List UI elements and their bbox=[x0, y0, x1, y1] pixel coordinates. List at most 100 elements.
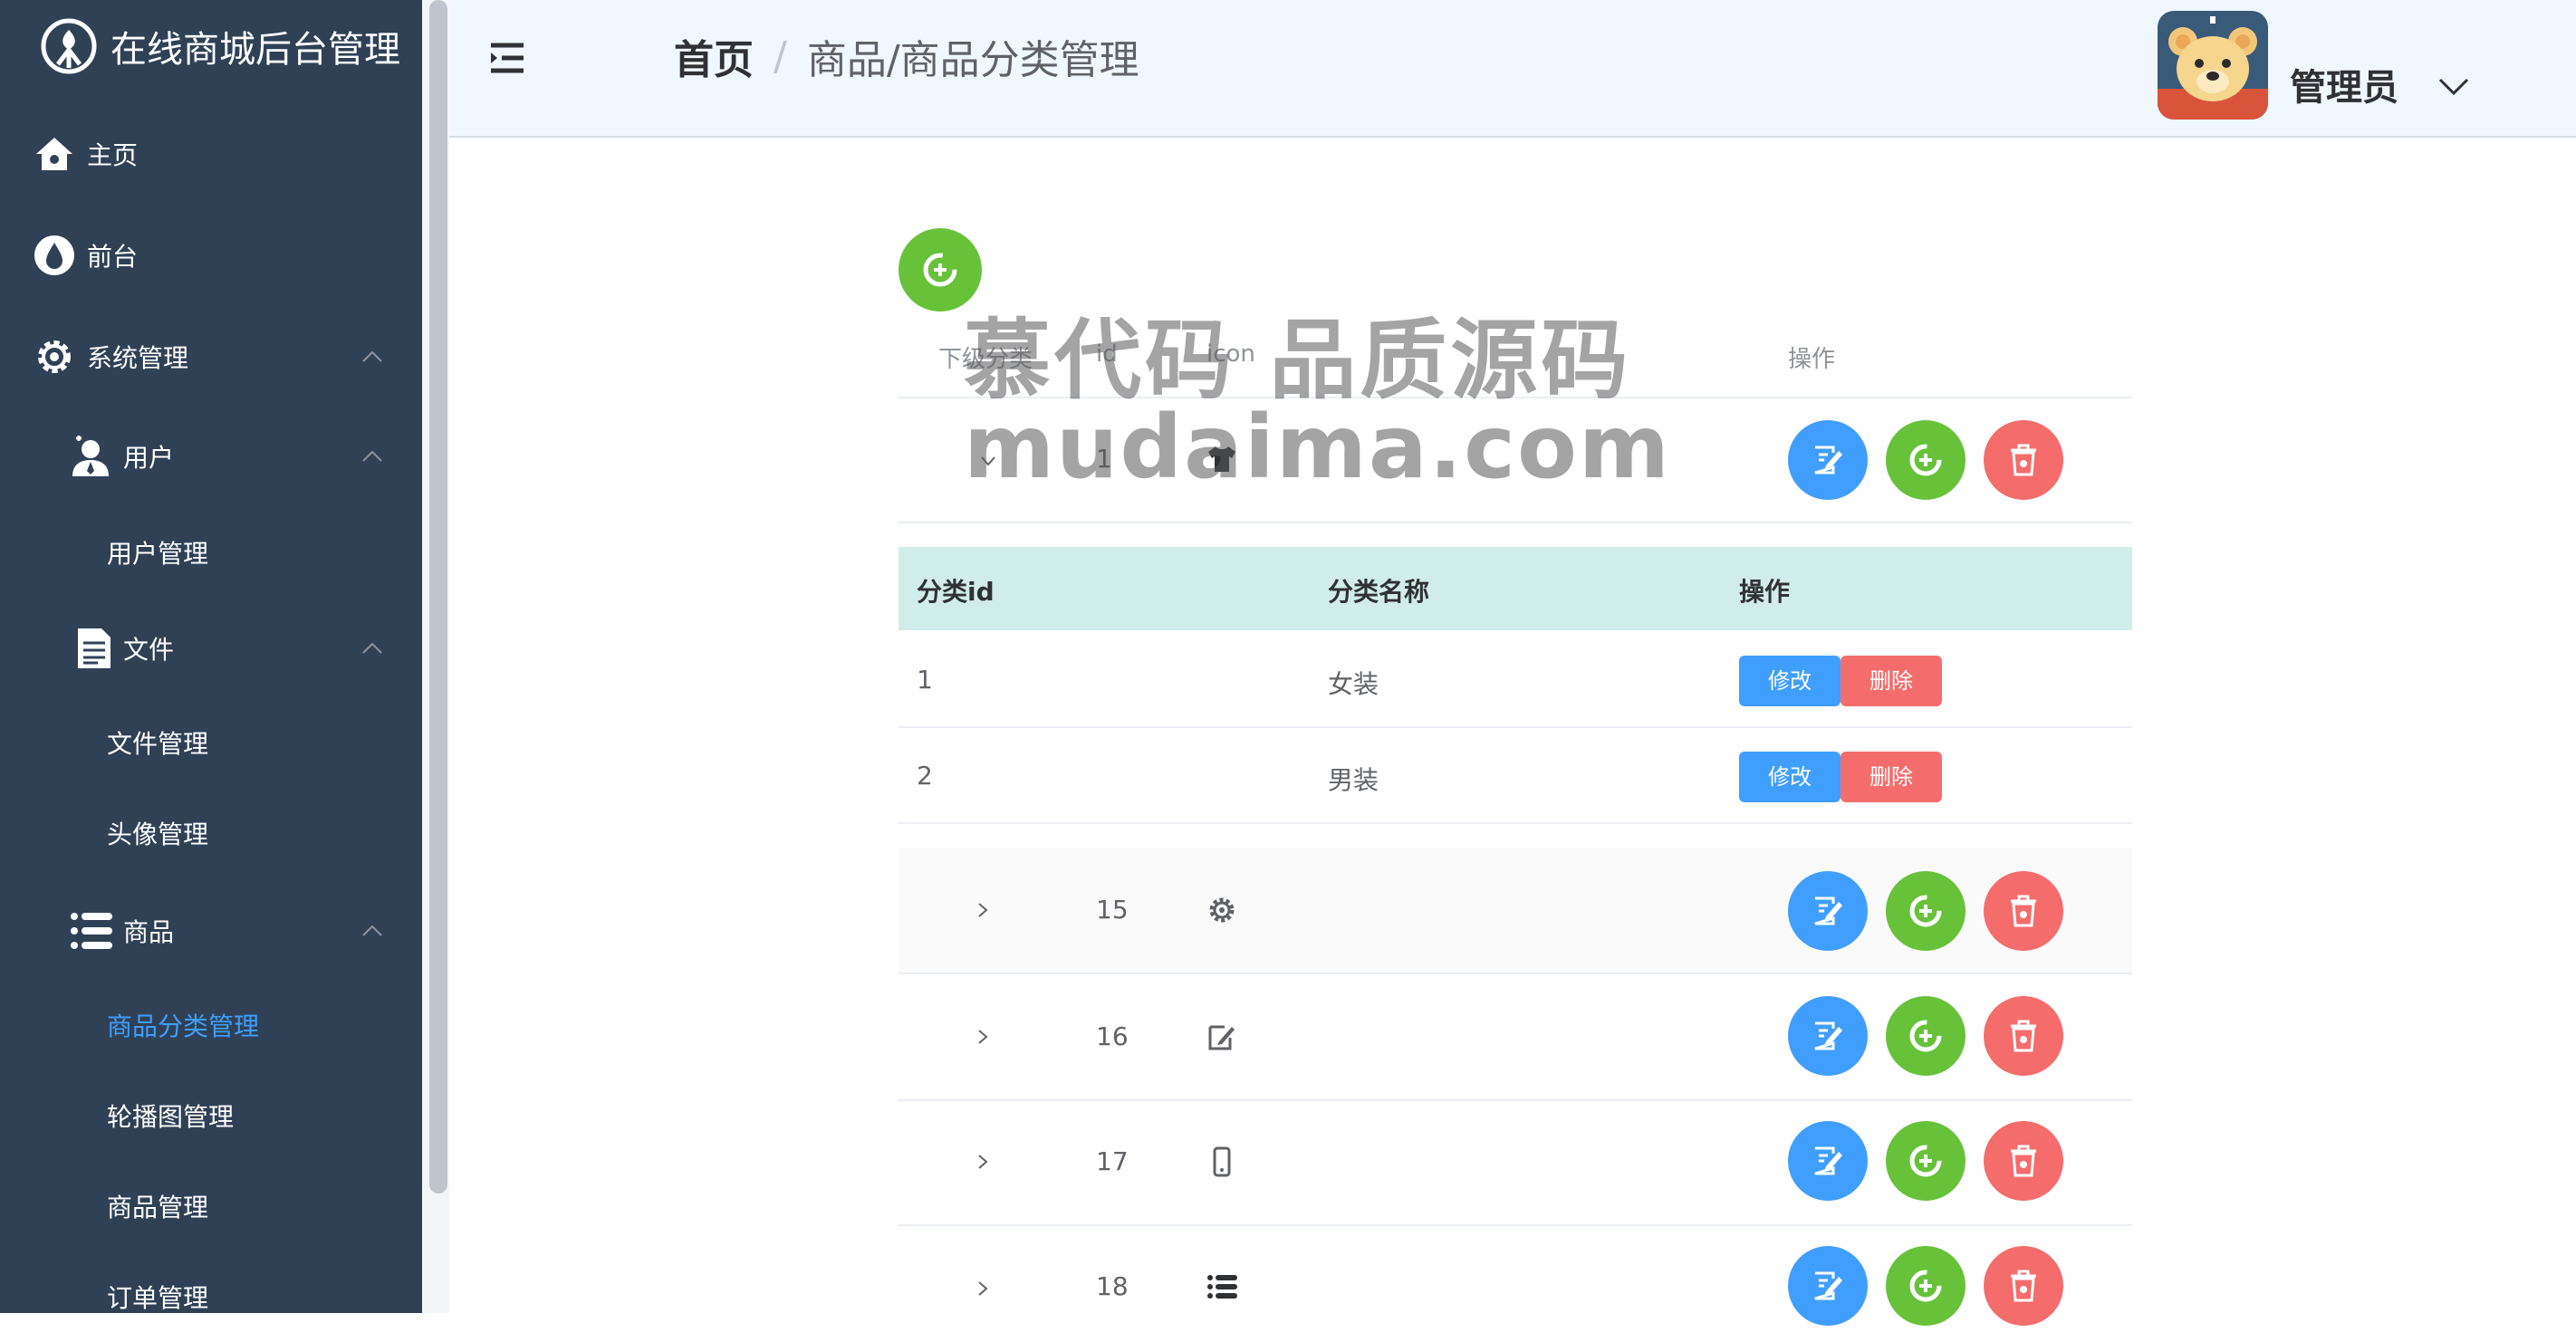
sidebar-item-avatar-management[interactable]: 头像管理 bbox=[0, 788, 422, 878]
sidebar-item-label: 头像管理 bbox=[107, 820, 209, 849]
add-icon bbox=[1909, 1020, 1942, 1052]
drop-icon bbox=[34, 235, 74, 275]
chevron-up-icon bbox=[362, 451, 382, 462]
sidebar-item-label: 文件管理 bbox=[107, 729, 209, 759]
edit-button[interactable] bbox=[1788, 420, 1868, 500]
sidebar-item-home[interactable]: 主页 bbox=[0, 109, 422, 199]
edit-icon bbox=[1208, 1025, 1235, 1050]
user-icon bbox=[72, 436, 109, 476]
row-id: 17 bbox=[1096, 1146, 1129, 1176]
sidebar-item-category-management[interactable]: 商品分类管理 bbox=[0, 980, 422, 1070]
logo-icon bbox=[41, 18, 97, 74]
edit-icon bbox=[1814, 1271, 1842, 1300]
expand-arrow-icon[interactable] bbox=[975, 902, 991, 918]
row-id: 18 bbox=[1096, 1271, 1129, 1301]
trash-icon bbox=[2011, 895, 2036, 927]
sidebar-item-file-management[interactable]: 文件管理 bbox=[0, 697, 422, 788]
add-icon bbox=[1909, 895, 1942, 927]
edit-icon bbox=[1814, 1021, 1842, 1050]
trash-icon bbox=[2011, 1020, 2036, 1052]
subtable-cell-id: 2 bbox=[917, 761, 933, 791]
edit-button[interactable] bbox=[1788, 996, 1868, 1076]
sidebar-item-label: 商品分类管理 bbox=[107, 1011, 260, 1041]
subtable-cell-name: 女装 bbox=[1328, 669, 1379, 699]
sidebar-item-label: 商品管理 bbox=[107, 1193, 209, 1222]
subtable-header-actions: 操作 bbox=[1739, 577, 1791, 607]
subtable-edit-button[interactable]: 修改 bbox=[1739, 656, 1841, 706]
subtable-header: 分类id 分类名称 操作 bbox=[899, 547, 2132, 630]
edit-button[interactable] bbox=[1788, 1246, 1868, 1326]
sidebar-item-goods[interactable]: 商品 bbox=[0, 886, 422, 976]
add-subcategory-button[interactable] bbox=[1886, 1246, 1966, 1326]
sidebar-item-carousel-management[interactable]: 轮播图管理 bbox=[0, 1070, 422, 1161]
expand-arrow-icon[interactable] bbox=[975, 1280, 991, 1297]
add-icon bbox=[1909, 1145, 1942, 1177]
table-divider bbox=[899, 1224, 2132, 1226]
sidebar-item-goods-management[interactable]: 商品管理 bbox=[0, 1161, 422, 1251]
table-divider bbox=[899, 1099, 2132, 1101]
subtable-edit-button[interactable]: 修改 bbox=[1739, 752, 1841, 802]
chevron-down-icon[interactable] bbox=[2438, 78, 2469, 96]
add-subcategory-button[interactable] bbox=[1886, 996, 1966, 1076]
gear-icon bbox=[1209, 897, 1235, 923]
sidebar-item-label: 用户 bbox=[123, 443, 175, 473]
sidebar-item-user-management[interactable]: 用户管理 bbox=[0, 507, 422, 598]
subtable-header-name: 分类名称 bbox=[1328, 577, 1430, 607]
edit-button[interactable] bbox=[1788, 1121, 1868, 1201]
list-icon bbox=[71, 913, 112, 949]
subtable-cell-name: 男装 bbox=[1328, 765, 1379, 795]
sidebar-item-file[interactable]: 文件 bbox=[0, 603, 422, 694]
menu-fold-icon[interactable] bbox=[489, 40, 525, 76]
edit-button[interactable] bbox=[1788, 871, 1868, 951]
sidebar-item-label: 文件 bbox=[123, 635, 175, 665]
main-content: 下级分类 id icon 操作 1 分类id 分类名称 操作 1 女装 修改 删… bbox=[899, 0, 2132, 1326]
phone-icon bbox=[1213, 1146, 1231, 1177]
expand-arrow-icon[interactable] bbox=[975, 1154, 991, 1170]
sidebar-item-label: 前台 bbox=[87, 242, 139, 272]
sidebar-item-system[interactable]: 系统管理 bbox=[0, 312, 422, 402]
add-icon bbox=[1909, 444, 1942, 476]
gear-icon bbox=[38, 340, 71, 373]
add-subcategory-button[interactable] bbox=[1886, 1121, 1966, 1201]
chevron-up-icon bbox=[362, 351, 382, 362]
table-divider bbox=[899, 522, 2132, 523]
delete-button[interactable] bbox=[1984, 1246, 2063, 1326]
subtable-header-id: 分类id bbox=[917, 577, 995, 607]
expand-arrow-icon[interactable] bbox=[975, 1029, 991, 1045]
delete-button[interactable] bbox=[1984, 420, 2063, 500]
subtable-delete-button[interactable]: 删除 bbox=[1841, 656, 1942, 706]
subtable-delete-button[interactable]: 删除 bbox=[1841, 752, 1942, 802]
trash-icon bbox=[2011, 1270, 2036, 1302]
trash-icon bbox=[2011, 444, 2036, 476]
subtable-cell-id: 1 bbox=[917, 665, 933, 695]
column-header-actions: 操作 bbox=[1788, 346, 1836, 373]
sidebar-item-label: 商品 bbox=[123, 917, 175, 947]
table-divider bbox=[899, 822, 2132, 824]
user-name[interactable]: 管理员 bbox=[2290, 58, 2398, 110]
row-id: 15 bbox=[1096, 895, 1129, 925]
table-divider bbox=[899, 973, 2132, 974]
edit-icon bbox=[1814, 446, 1842, 474]
breadcrumb-home[interactable]: 首页 bbox=[674, 27, 754, 85]
delete-button[interactable] bbox=[1984, 871, 2063, 951]
app-logo[interactable]: 在线商城后台管理 bbox=[40, 14, 400, 78]
sidebar-item-label: 轮播图管理 bbox=[107, 1102, 235, 1132]
breadcrumb-separator: / bbox=[774, 33, 787, 80]
avatar[interactable] bbox=[2158, 11, 2268, 120]
sidebar-item-frontend[interactable]: 前台 bbox=[0, 210, 422, 301]
delete-button[interactable] bbox=[1984, 996, 2063, 1076]
sidebar-item-label: 系统管理 bbox=[87, 343, 189, 373]
home-icon bbox=[36, 138, 72, 170]
sidebar-item-order-management[interactable]: 订单管理 bbox=[0, 1251, 422, 1342]
add-icon bbox=[1909, 1270, 1942, 1302]
add-subcategory-button[interactable] bbox=[1886, 420, 1966, 500]
sidebar: 在线商城后台管理 主页 前台 系统管理 用户 用户管理 文件 文件管理 头像管理… bbox=[0, 0, 422, 1313]
list-icon bbox=[1207, 1275, 1237, 1299]
sidebar-item-user[interactable]: 用户 bbox=[0, 411, 422, 502]
watermark-line2: mudaima.com bbox=[964, 397, 1671, 498]
sidebar-item-label: 主页 bbox=[87, 140, 139, 170]
document-icon bbox=[78, 628, 111, 668]
sidebar-scrollbar[interactable] bbox=[429, 0, 447, 1193]
delete-button[interactable] bbox=[1984, 1121, 2063, 1201]
add-subcategory-button[interactable] bbox=[1886, 871, 1966, 951]
